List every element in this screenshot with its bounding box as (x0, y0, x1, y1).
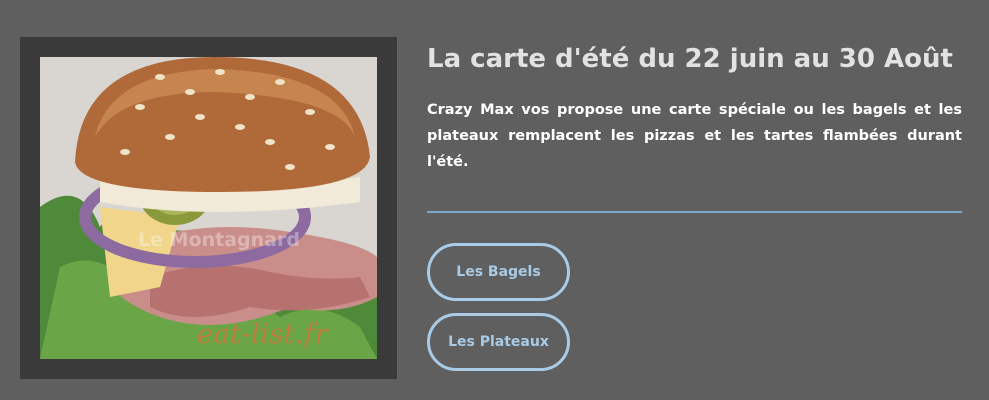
bagel-image (40, 57, 377, 359)
bagels-button[interactable]: Les Bagels (427, 243, 570, 301)
photo-caption: eat-list.fr (197, 319, 329, 350)
plateaux-button[interactable]: Les Plateaux (427, 313, 570, 371)
photo-watermark: Le Montagnard (138, 229, 300, 251)
section-description: Crazy Max vos propose une carte spéciale… (427, 102, 962, 170)
bagel-photo: Le Montagnard eat-list.fr (40, 57, 377, 359)
section-title: La carte d'été du 22 juin au 30 Août (427, 44, 953, 74)
photo-frame: Le Montagnard eat-list.fr (20, 37, 397, 379)
divider (427, 211, 962, 213)
